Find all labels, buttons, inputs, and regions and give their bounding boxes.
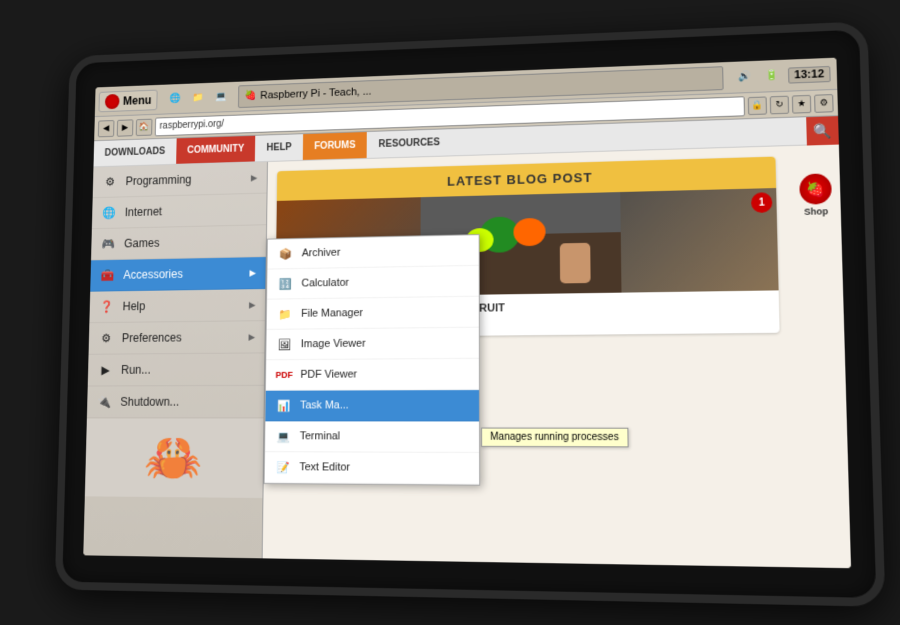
main-area: ⚙ Programming ▶ 🌐 Internet 🎮 Games 🧰 Acc…: [83, 144, 851, 568]
image-viewer-icon: 🖼: [276, 335, 293, 353]
run-label: Run...: [121, 362, 151, 376]
back-button[interactable]: ◀: [98, 119, 115, 136]
submenu-task-manager[interactable]: 📊 Task Ma...: [265, 390, 479, 421]
menu-item-run[interactable]: ▶ Run...: [88, 353, 265, 386]
forward-button[interactable]: ▶: [117, 118, 134, 135]
programming-icon: ⚙: [102, 173, 119, 190]
clock-display: 13:12: [788, 65, 831, 83]
accessories-label: Accessories: [123, 267, 183, 281]
archiver-icon: 📦: [277, 244, 294, 262]
pdf-viewer-label: PDF Viewer: [300, 368, 357, 380]
refresh-button[interactable]: ↻: [770, 95, 789, 114]
internet-icon: 🌐: [101, 204, 118, 221]
arrow-icon: ▶: [251, 172, 258, 183]
accessories-arrow-icon: ▶: [249, 267, 256, 278]
taskbar-right: 🔊 🔋 13:12: [727, 62, 837, 88]
file-manager-icon: 📁: [276, 305, 293, 323]
shop-icon-container: 🍓 Shop: [799, 173, 832, 217]
terminal-submenu-icon: 💻: [275, 427, 293, 445]
nav-resources[interactable]: RESOURCES: [367, 129, 452, 158]
nav-downloads[interactable]: DOWNLOADS: [93, 138, 176, 166]
help-arrow-icon: ▶: [249, 299, 256, 310]
preferences-label: Preferences: [122, 330, 182, 344]
calculator-icon: 🔢: [277, 274, 294, 292]
games-icon: 🎮: [100, 235, 117, 252]
nav-forums[interactable]: FORUMS: [303, 131, 367, 159]
submenu-text-editor[interactable]: 📝 Text Editor: [265, 452, 480, 485]
submenu-pdf-viewer[interactable]: PDF PDF Viewer: [266, 358, 479, 390]
terminal-label: Terminal: [300, 430, 340, 442]
shutdown-label: Shutdown...: [120, 394, 179, 408]
text-editor-label: Text Editor: [299, 461, 350, 473]
taskbar-app-icons: 🌐 📁 💻: [161, 86, 235, 109]
crab-icon: 🦀: [144, 428, 204, 486]
lock-icon: 🔒: [748, 95, 767, 114]
raspberry-logo-icon: [105, 93, 120, 108]
nav-community[interactable]: COMMUNITY: [176, 135, 256, 163]
menu-item-shutdown[interactable]: 🔌 Shutdown...: [87, 385, 264, 418]
archiver-label: Archiver: [302, 246, 341, 258]
preferences-arrow-icon: ▶: [249, 331, 256, 342]
folder-icon: 📁: [188, 87, 209, 108]
shop-label: Shop: [804, 206, 828, 217]
home-button[interactable]: 🏠: [136, 118, 153, 135]
network-icon: 🔊: [733, 65, 756, 88]
accessories-icon: 🧰: [99, 266, 116, 283]
accessories-submenu: 📦 Archiver 🔢 Calculator 📁 File Manager 🖼…: [264, 234, 481, 486]
submenu-calculator[interactable]: 🔢 Calculator: [267, 265, 479, 299]
preferences-icon: ⚙: [98, 329, 115, 346]
volume-icon: 🔋: [760, 64, 784, 87]
search-icon[interactable]: 🔍: [806, 116, 839, 145]
text-editor-icon: 📝: [274, 458, 292, 476]
left-menu: ⚙ Programming ▶ 🌐 Internet 🎮 Games 🧰 Acc…: [83, 161, 268, 557]
help-label: Help: [122, 299, 145, 313]
menu-item-programming[interactable]: ⚙ Programming ▶: [93, 161, 267, 197]
games-label: Games: [124, 236, 160, 250]
submenu-file-manager[interactable]: 📁 File Manager: [267, 296, 479, 329]
internet-label: Internet: [125, 204, 162, 218]
menu-item-help[interactable]: ❓ Help ▶: [89, 288, 265, 322]
submenu-archiver[interactable]: 📦 Archiver: [267, 235, 478, 269]
task-manager-icon: 📊: [275, 396, 292, 414]
nav-help[interactable]: HELP: [255, 134, 303, 161]
screen: Menu 🌐 📁 💻 🍓 Raspberry Pi - Teach, ... 🔊…: [83, 57, 851, 568]
menu-item-accessories[interactable]: 🧰 Accessories ▶: [90, 257, 266, 292]
task-manager-tooltip: Manages running processes: [481, 427, 628, 447]
help-icon: ❓: [99, 297, 116, 314]
url-text: raspberrypi.org/: [159, 118, 223, 131]
pdf-icon: PDF: [275, 365, 292, 383]
menu-label: Menu: [123, 93, 152, 107]
shop-raspberry-logo: 🍓: [799, 173, 832, 204]
tablet-device: Menu 🌐 📁 💻 🍓 Raspberry Pi - Teach, ... 🔊…: [55, 21, 886, 607]
settings-button[interactable]: ⚙: [814, 93, 834, 112]
menu-item-games[interactable]: 🎮 Games: [91, 225, 266, 260]
run-icon: ▶: [97, 361, 114, 378]
taskbar-left: Menu: [95, 88, 162, 111]
window-title-text: Raspberry Pi - Teach, ...: [260, 85, 371, 101]
submenu-image-viewer[interactable]: 🖼 Image Viewer: [266, 327, 479, 360]
bookmark-button[interactable]: ★: [792, 94, 812, 113]
file-manager-label: File Manager: [301, 307, 363, 320]
terminal-icon: 💻: [211, 86, 232, 107]
shutdown-icon: 🔌: [96, 393, 113, 410]
menu-item-preferences[interactable]: ⚙ Preferences ▶: [89, 321, 265, 355]
programming-label: Programming: [125, 172, 191, 187]
blog-badge: 1: [751, 192, 773, 213]
crab-decoration: 🦀: [85, 418, 264, 498]
task-manager-label: Task Ma...: [300, 399, 349, 411]
menu-button[interactable]: Menu: [99, 89, 158, 112]
menu-item-internet[interactable]: 🌐 Internet: [92, 193, 267, 229]
calculator-label: Calculator: [301, 276, 349, 288]
submenu-terminal[interactable]: 💻 Terminal: [265, 421, 479, 453]
image-viewer-label: Image Viewer: [301, 337, 366, 349]
globe-icon: 🌐: [165, 88, 185, 109]
raspberry-favicon: 🍓: [245, 90, 257, 101]
